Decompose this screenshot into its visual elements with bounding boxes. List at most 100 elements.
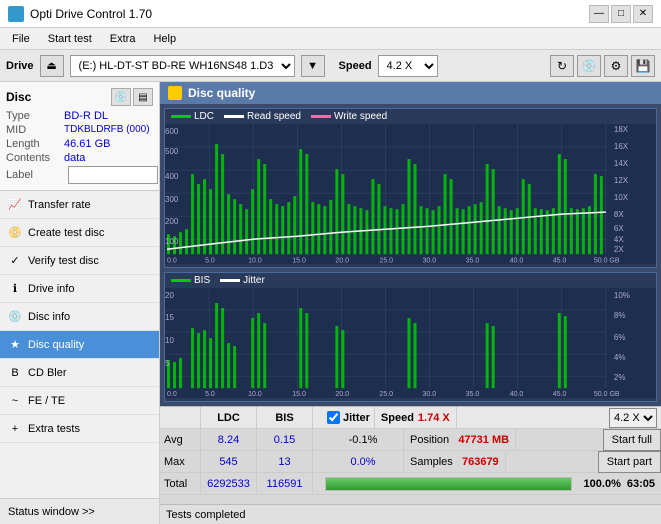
jitter-header: Jitter (343, 412, 370, 424)
cd-bler-icon: B (8, 366, 22, 380)
app-title: Opti Drive Control 1.70 (30, 7, 152, 21)
panel-title-icon (168, 86, 182, 100)
disc-write-icon[interactable]: 💿 (577, 55, 601, 77)
disc-contents-row: Contents data (6, 152, 153, 164)
drive-toolbar-icons: ↻ 💿 ⚙ 💾 (550, 55, 655, 77)
svg-text:20: 20 (165, 291, 174, 300)
disc-type-row: Type BD-R DL (6, 110, 153, 122)
close-button[interactable]: ✕ (633, 5, 653, 23)
create-test-label: Create test disc (28, 227, 104, 239)
disc-info-header: Disc 💿 ▤ (6, 88, 153, 106)
speed-dropdown[interactable]: 4.2 X (609, 408, 657, 428)
svg-text:6X: 6X (614, 224, 624, 233)
extra-tests-icon: + (8, 422, 22, 436)
div3 (312, 429, 313, 450)
transfer-rate-label: Transfer rate (28, 199, 91, 211)
stats-total-row: Total 6292533 116591 100.0% 63:05 (160, 473, 661, 495)
panel-title-bar: Disc quality (160, 82, 661, 104)
transfer-rate-icon: 📈 (8, 198, 22, 212)
sidebar-item-fe-te[interactable]: ~ FE / TE (0, 387, 159, 415)
sidebar-item-cd-bler[interactable]: B CD Bler (0, 359, 159, 387)
drive-refresh-icon[interactable]: ▼ (301, 55, 325, 77)
minimize-button[interactable]: — (589, 5, 609, 23)
drive-info-icon: ℹ (8, 282, 22, 296)
start-part-button[interactable]: Start part (598, 451, 661, 473)
mid-value: TDKBLDRFB (000) (64, 124, 150, 136)
contents-label: Contents (6, 152, 64, 164)
svg-text:4X: 4X (614, 235, 624, 244)
disc-info-label: Disc info (28, 311, 70, 323)
drive-eject-icon[interactable]: ⏏ (40, 55, 64, 77)
type-label: Type (6, 110, 64, 122)
verify-test-label: Verify test disc (28, 255, 99, 267)
sidebar-menu: 📈 Transfer rate 📀 Create test disc ✓ Ver… (0, 191, 159, 498)
length-value: 46.61 GB (64, 138, 110, 150)
stats-avg-row: Avg 8.24 0.15 -0.1% Position 47731 MB St… (160, 429, 661, 451)
mid-label: MID (6, 124, 64, 136)
bis-header: BIS (257, 412, 312, 424)
progress-bar-fill (326, 478, 571, 490)
pos-lbl: Position (410, 434, 449, 446)
svg-text:16X: 16X (614, 142, 629, 151)
label-input[interactable] (68, 166, 158, 184)
divider5 (456, 407, 457, 428)
refresh-icon[interactable]: ↻ (550, 55, 574, 77)
svg-text:10%: 10% (614, 291, 630, 300)
menu-help[interactable]: Help (145, 31, 184, 47)
svg-text:10: 10 (165, 336, 174, 345)
drive-bar: Drive ⏏ (E:) HL-DT-ST BD-RE WH16NS48 1.D… (0, 50, 661, 82)
sidebar-item-create-test-disc[interactable]: 📀 Create test disc (0, 219, 159, 247)
svg-text:40.0: 40.0 (510, 391, 524, 398)
legend-jitter-label: Jitter (243, 275, 265, 286)
svg-text:100: 100 (165, 237, 179, 246)
menu-extra[interactable]: Extra (102, 31, 144, 47)
speed-select[interactable]: 4.2 X (378, 55, 438, 77)
svg-text:5.0: 5.0 (205, 391, 215, 398)
legend-write-speed-label: Write speed (334, 111, 387, 122)
legend-bis: BIS (171, 275, 210, 286)
settings-icon[interactable]: ⚙ (604, 55, 628, 77)
sidebar-item-verify-test-disc[interactable]: ✓ Verify test disc (0, 247, 159, 275)
start-full-button[interactable]: Start full (603, 429, 661, 451)
save-icon[interactable]: 💾 (631, 55, 655, 77)
svg-text:8X: 8X (614, 210, 624, 219)
menu-file[interactable]: File (4, 31, 38, 47)
legend-read-speed-label: Read speed (247, 111, 301, 122)
div10 (505, 451, 506, 472)
speed-label: Speed (339, 60, 372, 72)
disc-info-icon1[interactable]: 💿 (111, 88, 131, 106)
app-icon (8, 6, 24, 22)
total-ldc: 6292533 (201, 478, 256, 490)
sidebar-item-drive-info[interactable]: ℹ Drive info (0, 275, 159, 303)
top-chart-legend: LDC Read speed Write speed (165, 109, 656, 124)
speed-info-container: Speed 1.74 X (375, 412, 456, 424)
sidebar-item-extra-tests[interactable]: + Extra tests (0, 415, 159, 443)
jitter-checkbox[interactable] (327, 411, 340, 424)
sidebar-item-disc-quality[interactable]: ★ Disc quality (0, 331, 159, 359)
ldc-header: LDC (201, 412, 256, 424)
cd-bler-label: CD Bler (28, 367, 67, 379)
drive-label: Drive (6, 60, 34, 72)
sidebar-item-transfer-rate[interactable]: 📈 Transfer rate (0, 191, 159, 219)
disc-length-row: Length 46.61 GB (6, 138, 153, 150)
svg-text:45.0: 45.0 (553, 391, 567, 398)
sidebar: Disc 💿 ▤ Type BD-R DL MID TDKBLDRFB (000… (0, 82, 160, 524)
svg-text:10.0: 10.0 (248, 391, 262, 398)
status-window[interactable]: Status window >> (0, 498, 159, 524)
stats-header-row: LDC BIS Jitter Speed 1.74 X 4.2 X (160, 407, 661, 429)
menu-start-test[interactable]: Start test (40, 31, 100, 47)
svg-text:200: 200 (165, 217, 179, 226)
svg-text:15: 15 (165, 313, 174, 322)
maximize-button[interactable]: □ (611, 5, 631, 23)
avg-jitter: -0.1% (323, 434, 403, 446)
max-ldc: 545 (201, 456, 256, 468)
sidebar-item-disc-info[interactable]: 💿 Disc info (0, 303, 159, 331)
legend-write-speed: Write speed (311, 111, 387, 122)
progress-bar-container (325, 477, 572, 491)
drive-select[interactable]: (E:) HL-DT-ST BD-RE WH16NS48 1.D3 (70, 55, 295, 77)
top-chart-svg: 18X 16X 14X 12X 10X 8X 6X 4X 2X 600 500 … (165, 124, 656, 264)
disc-info-icon2[interactable]: ▤ (133, 88, 153, 106)
max-label: Max (160, 456, 200, 468)
svg-text:35.0: 35.0 (466, 257, 480, 264)
svg-text:2X: 2X (614, 245, 624, 254)
